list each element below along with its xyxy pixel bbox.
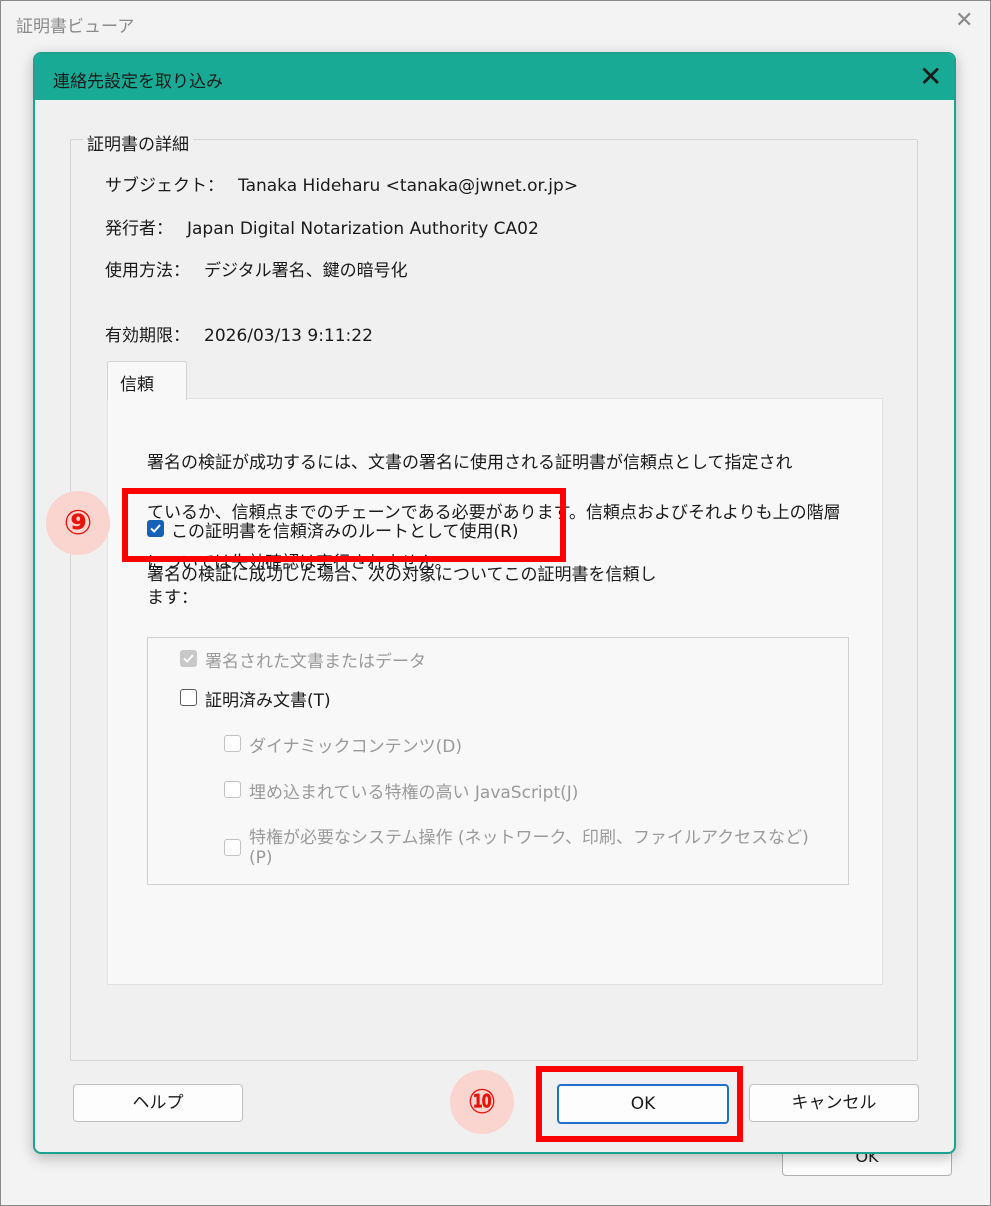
cancel-button[interactable]: キャンセル: [749, 1084, 919, 1122]
privileged-javascript-label: 埋め込まれている特権の高い JavaScript(J): [249, 783, 579, 803]
trust-for-line: 署名の検証に成功した場合、次の対象についてこの証明書を信頼し: [147, 565, 657, 585]
expiry-label: 有効期限：: [105, 326, 190, 346]
help-button[interactable]: ヘルプ: [73, 1084, 243, 1122]
certificate-details-legend: 証明書の詳細: [83, 130, 193, 155]
trust-for-line: ます：: [147, 588, 198, 608]
usage-value: デジタル署名、鍵の暗号化: [204, 261, 408, 281]
tab-trust[interactable]: 信頼: [107, 361, 187, 400]
usage-label: 使用方法：: [105, 261, 190, 281]
trust-for-description: 署名の検証に成功した場合、次の対象についてこの証明書を信頼し ます：: [147, 564, 767, 610]
dialog-title: 連絡先設定を取り込み: [53, 72, 223, 92]
issuer-value: Japan Digital Notarization Authority CA0…: [187, 219, 539, 239]
close-icon[interactable]: ✕: [919, 60, 942, 93]
outer-close-icon[interactable]: ✕: [955, 8, 973, 33]
expiry-row: 有効期限： 2026/03/13 9:11:22: [105, 321, 373, 346]
step9-badge: ⑨: [46, 491, 110, 555]
signed-documents-label: 署名された文書またはデータ: [205, 652, 426, 672]
tab-trust-label: 信頼: [120, 375, 154, 395]
step10-badge: ⑩: [450, 1070, 514, 1134]
dynamic-content-label: ダイナミックコンテンツ(D): [249, 737, 463, 757]
issuer-row: 発行者： Japan Digital Notarization Authority…: [105, 214, 539, 239]
expiry-value: 2026/03/13 9:11:22: [204, 326, 373, 346]
signed-documents-checkbox: [180, 650, 197, 667]
system-operations-checkbox: [224, 839, 241, 856]
issuer-label: 発行者：: [105, 219, 173, 239]
subject-label: サブジェクト：: [105, 176, 224, 196]
subject-value: Tanaka Hideharu <tanaka@jwnet.or.jp>: [238, 176, 579, 196]
privileged-javascript-checkbox: [224, 781, 241, 798]
certified-documents-checkbox[interactable]: [180, 689, 197, 706]
certified-documents-label[interactable]: 証明済み文書(T): [205, 686, 331, 711]
system-operations-label-line2: (P): [249, 848, 273, 868]
outer-window-title: 証明書ビューア: [16, 17, 135, 37]
step10-highlight-box: [536, 1066, 743, 1142]
dynamic-content-checkbox: [224, 735, 241, 752]
checkmark-icon: [183, 654, 194, 663]
usage-row: 使用方法： デジタル署名、鍵の暗号化: [105, 256, 408, 281]
system-operations-label: 特権が必要なシステム操作 (ネットワーク、印刷、ファイルアクセスなど): [249, 828, 809, 848]
subject-row: サブジェクト： Tanaka Hideharu <tanaka@jwnet.or.…: [105, 171, 578, 196]
import-contact-settings-dialog: 連絡先設定を取り込み ✕ 証明書の詳細 サブジェクト： Tanaka Hideha…: [33, 52, 956, 1154]
trust-description-line: 署名の検証が成功するには、文書の署名に使用される証明書が信頼点として指定され: [147, 453, 793, 473]
step9-highlight-box: [122, 488, 566, 562]
